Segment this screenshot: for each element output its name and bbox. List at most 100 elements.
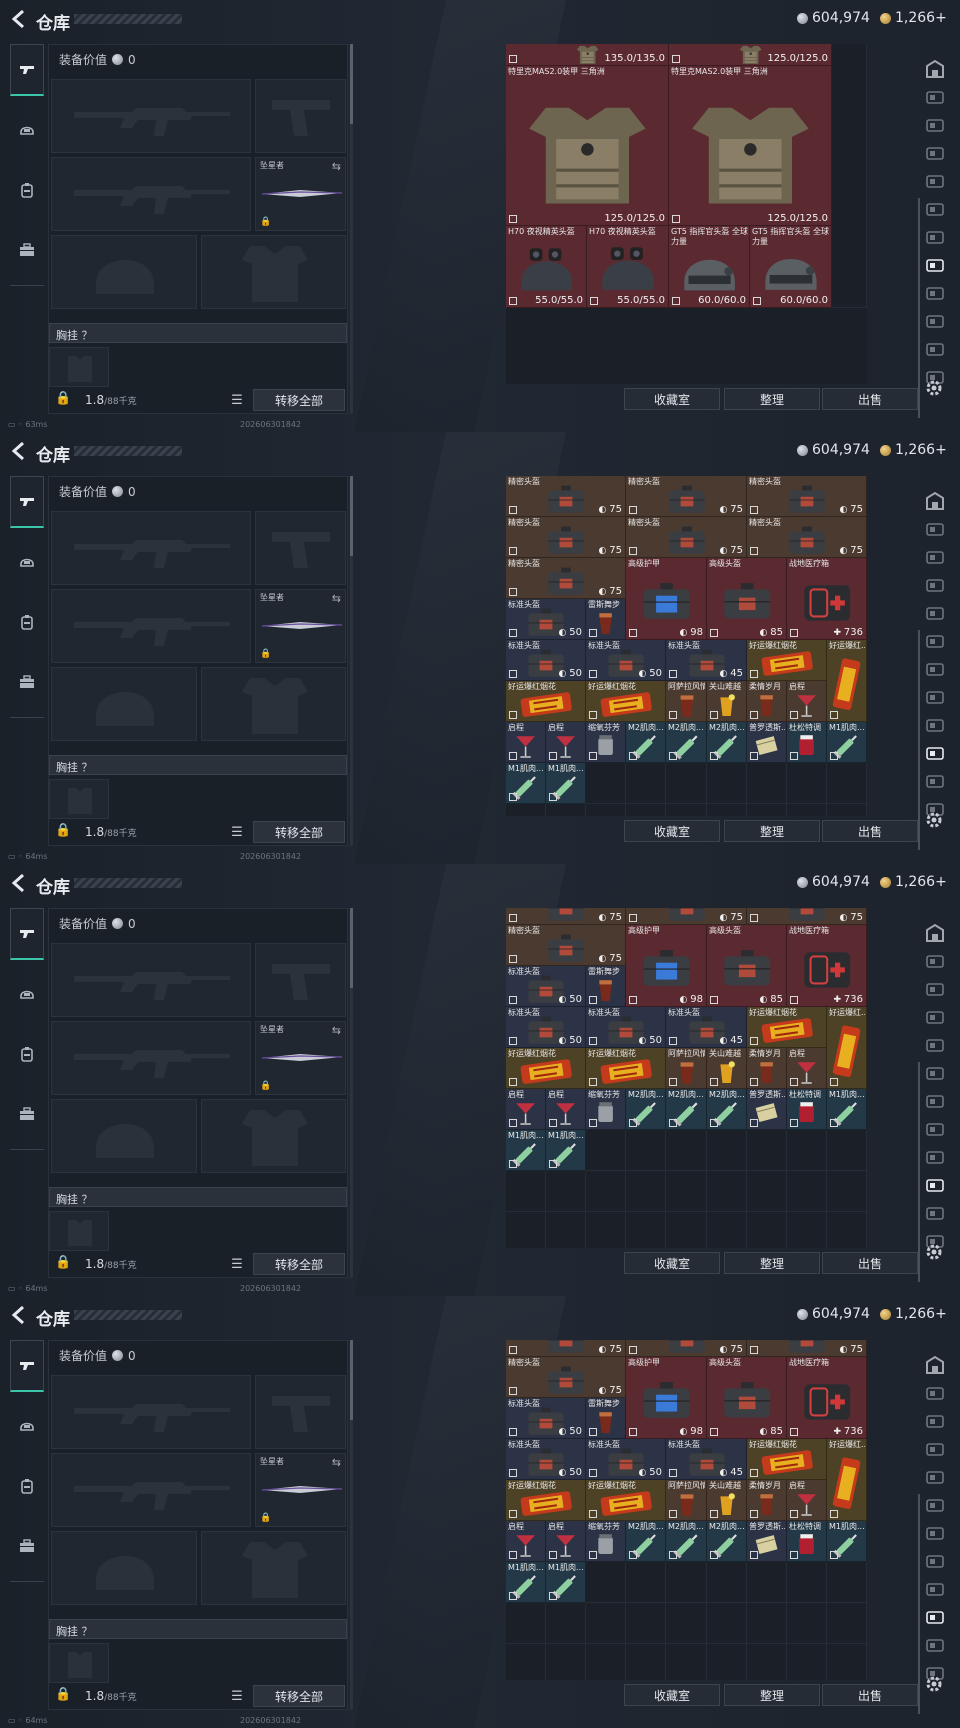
empty-slot[interactable]	[506, 1644, 546, 1680]
item-cell[interactable]: 关山难越	[707, 1048, 747, 1089]
swap-icon[interactable]: ⇆	[332, 160, 341, 173]
secondary-weapon-slot[interactable]	[51, 1021, 251, 1095]
tab-helmet[interactable]	[10, 968, 44, 1020]
item-cell[interactable]: 特里克MAS2.0装甲 三角洲 125.0/125.0	[669, 66, 832, 226]
empty-slot[interactable]	[787, 1212, 827, 1248]
empty-slot[interactable]	[666, 763, 707, 804]
helmet-slot[interactable]	[51, 667, 197, 741]
empty-slot[interactable]	[546, 1212, 586, 1248]
empty-slot[interactable]	[666, 1603, 707, 1644]
empty-slot[interactable]	[707, 1130, 747, 1171]
item-cell[interactable]: 标准头盔 ◐ 50	[506, 1007, 586, 1048]
primary-weapon-slot[interactable]	[51, 1375, 251, 1449]
item-cell[interactable]: ◐ 75	[506, 908, 626, 925]
tab-case[interactable]	[10, 224, 44, 276]
capsule-icon[interactable]	[922, 628, 948, 654]
item-cell[interactable]: 125.0/125.0	[669, 44, 832, 66]
item-cell[interactable]: ◐ 75	[506, 1340, 626, 1357]
empty-slot[interactable]	[747, 804, 787, 816]
item-cell[interactable]: M2肌肉...	[666, 722, 707, 763]
capsule-icon[interactable]	[922, 656, 948, 682]
tab-weapons[interactable]	[10, 476, 44, 528]
sell-button[interactable]: 出售	[822, 1252, 918, 1274]
capsule-icon[interactable]	[922, 84, 948, 110]
item-cell[interactable]: GT5 指挥官头盔 全球力量 60.0/60.0	[750, 226, 832, 308]
item-cell[interactable]: 高级护甲 ◐ 98	[626, 558, 707, 640]
item-cell[interactable]: ◐ 75	[747, 908, 867, 925]
item-cell[interactable]: 高级头盔 ◐ 85	[707, 925, 787, 1007]
item-cell[interactable]: 关山难越	[707, 681, 747, 722]
capsule-icon[interactable]	[922, 544, 948, 570]
capsule-icon[interactable]	[922, 712, 948, 738]
item-cell[interactable]: 标准头盔 ◐ 45	[666, 1007, 747, 1048]
capsule-icon[interactable]	[922, 140, 948, 166]
chest-rig-row[interactable]: 胸挂 ？	[49, 755, 347, 775]
empty-slot[interactable]	[666, 1562, 707, 1603]
tab-helmet[interactable]	[10, 104, 44, 156]
tab-backpack[interactable]	[10, 1028, 44, 1080]
item-cell[interactable]: 好运爆红烟花	[747, 1439, 827, 1480]
tab-weapons[interactable]	[10, 44, 44, 96]
capsule-icon[interactable]	[922, 224, 948, 250]
item-cell[interactable]: 好运爆红烟花	[747, 640, 827, 681]
collection-button[interactable]: 收藏室	[624, 1684, 720, 1706]
sell-button[interactable]: 出售	[822, 388, 918, 410]
tab-backpack[interactable]	[10, 596, 44, 648]
sort-button[interactable]: 整理	[724, 1684, 820, 1706]
empty-slot[interactable]	[626, 1603, 666, 1644]
silver-currency[interactable]: 604,974	[797, 874, 870, 890]
lock-icon[interactable]: 🔒	[55, 1255, 71, 1270]
empty-slot[interactable]	[827, 1212, 867, 1248]
capsule-icon[interactable]	[922, 112, 948, 138]
item-cell[interactable]: M2肌肉...	[626, 1521, 666, 1562]
melee-slot[interactable]: 坠星者 ⇆ 🔒	[255, 1453, 346, 1527]
capsule-icon[interactable]	[922, 1464, 948, 1490]
empty-slot[interactable]	[827, 804, 867, 816]
item-cell[interactable]: 标准头盔 ◐ 45	[666, 1439, 747, 1480]
capsule-icon[interactable]	[922, 976, 948, 1002]
item-cell[interactable]: 好运爆红...	[827, 640, 867, 722]
chest-rig-slot[interactable]	[49, 1211, 109, 1251]
gear-icon[interactable]	[924, 810, 946, 832]
tab-backpack[interactable]	[10, 164, 44, 216]
capsule-icon[interactable]	[922, 1088, 948, 1114]
empty-slot[interactable]	[666, 1171, 707, 1212]
empty-slot[interactable]	[586, 1562, 626, 1603]
empty-slot[interactable]	[626, 1171, 666, 1212]
item-cell[interactable]: 特里克MAS2.0装甲 三角洲 125.0/125.0	[506, 66, 669, 226]
item-cell[interactable]: M2肌肉...	[707, 1521, 747, 1562]
empty-slot[interactable]	[626, 804, 666, 816]
item-cell[interactable]: 标准头盔 ◐ 50	[506, 599, 586, 640]
chest-rig-row[interactable]: 胸挂 ？	[49, 1187, 347, 1207]
empty-slot[interactable]	[506, 1212, 546, 1248]
item-cell[interactable]: 好运爆红...	[827, 1439, 867, 1521]
list-icon[interactable]: ☰	[227, 389, 247, 411]
item-cell[interactable]: 阿萨拉风情	[666, 1048, 707, 1089]
helmet-slot[interactable]	[51, 1531, 197, 1605]
gear-icon[interactable]	[924, 1674, 946, 1696]
transfer-all-button[interactable]: 转移全部	[253, 1685, 345, 1707]
tab-helmet[interactable]	[10, 536, 44, 588]
secondary-weapon-slot[interactable]	[51, 157, 251, 231]
tab-weapons[interactable]	[10, 1340, 44, 1392]
empty-slot[interactable]	[827, 1644, 867, 1680]
empty-slot[interactable]	[626, 763, 666, 804]
transfer-all-button[interactable]: 转移全部	[253, 389, 345, 411]
capsule-icon[interactable]	[922, 1632, 948, 1658]
capsule-icon[interactable]	[922, 1172, 948, 1198]
empty-slot[interactable]	[707, 1562, 747, 1603]
gear-icon[interactable]	[924, 378, 946, 400]
gold-currency[interactable]: 1,266+	[880, 10, 947, 26]
chest-rig-row[interactable]: 胸挂 ？	[49, 323, 347, 343]
item-cell[interactable]: 高级护甲 ◐ 98	[626, 1357, 707, 1439]
primary-weapon-slot[interactable]	[51, 79, 251, 153]
item-cell[interactable]: M1肌肉...	[827, 1089, 867, 1130]
item-cell[interactable]: 标准头盔 ◐ 50	[586, 1007, 666, 1048]
item-cell[interactable]: M2肌肉...	[626, 1089, 666, 1130]
item-cell[interactable]: M2肌肉...	[707, 722, 747, 763]
empty-slot[interactable]	[827, 1171, 867, 1212]
capsule-icon[interactable]	[922, 308, 948, 334]
transfer-all-button[interactable]: 转移全部	[253, 821, 345, 843]
lock-icon[interactable]: 🔒	[55, 823, 71, 838]
capsule-icon[interactable]	[922, 1144, 948, 1170]
